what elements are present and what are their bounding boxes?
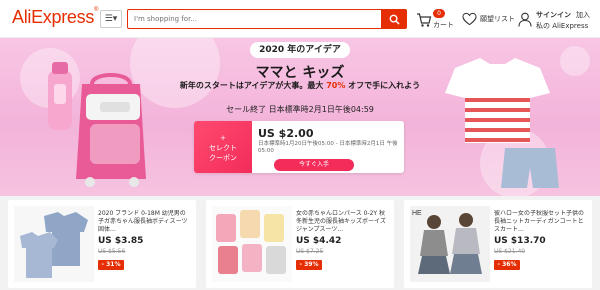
coupon-period: 日本標準時1月20日午後05:00 - 日本標準時2月1日 午後05:00 [258,141,398,154]
product-price: US $3.85 [98,236,144,246]
discount-badge: - 36% [494,260,520,270]
top-header: AliExpress® ☰▾ 0 カート 願望リスト サインイン 加入 私の A… [0,0,600,38]
account-menu[interactable]: サインイン 加入 私の AliExpress [518,7,598,33]
banner-subtitle: 新年のスタートはアイデアが大事。最大 70% オフで手に入れよう [179,81,421,90]
product-card[interactable]: 2020 ブランド 0-18M 幼児男の子ガ赤ちゃん服長袖ボディスーツ固体...… [8,200,196,288]
svg-text:HE: HE [412,210,422,217]
kids-bottle-backpack-image [48,62,146,187]
discount-badge: - 31% [98,260,124,270]
product-title[interactable]: 2020 ブランド 0-18M 幼児男の子ガ赤ちゃん服長袖ボディスーツ固体... [98,210,190,234]
cart-link[interactable]: 0 カート [416,9,456,31]
wishlist-link[interactable]: 願望リスト [462,9,518,31]
cart-icon [417,13,432,27]
banner-headline: ママと キッズ [255,65,345,81]
cart-count-badge: 0 [433,9,445,18]
coupon-amount: US $2.00 [258,127,314,140]
sale-end-text: セール終了 日本標準時2月1日午後04:59 [226,105,374,114]
product-card[interactable]: 女の赤ちゃんロンパース 0-2Y 秋冬新生児の服長袖キッズボーイズジャンプスーツ… [206,200,394,288]
kids-clothes-image [445,58,559,188]
category-menu-button[interactable]: ☰▾ [100,10,122,28]
discount-badge: - 39% [296,260,322,270]
search-icon [389,14,400,25]
product-old-price: US $7.25 [296,248,324,255]
promo-banner[interactable]: 2020 年のアイデア ママと キッズ 新年のスタートはアイデアが大事。最大 7… [0,38,600,196]
product-row: 2020 ブランド 0-18M 幼児男の子ガ赤ちゃん服長袖ボディスーツ固体...… [0,196,600,290]
get-coupon-button[interactable]: 今すぐ入手 [274,159,354,171]
search-button[interactable] [381,9,407,29]
product-title[interactable]: 女の赤ちゃんロンパース 0-2Y 秋冬新生児の服長袖キッズボーイズジャンプスーツ… [296,210,388,234]
user-icon [518,12,532,27]
product-old-price: US $21.40 [494,248,526,255]
product-card[interactable]: HE 彼ハロー女の子秋服セット子供の長袖ニットカーディガンコートとスカート...… [404,200,592,288]
select-coupon[interactable]: + セレクト クーポン US $2.00 日本標準時1月20日午後05:00 -… [194,121,404,173]
coupon-badge: + セレクト クーポン [194,121,252,173]
banner-title-pill: 2020 年のアイデア [250,42,350,58]
search-input[interactable] [127,9,381,29]
wishlist-label: 願望リスト [480,15,515,23]
aliexpress-logo[interactable]: AliExpress® [12,7,98,28]
menu-icon: ☰▾ [104,14,118,24]
discount-highlight: 70% [326,81,346,90]
product-price: US $4.42 [296,236,342,246]
cart-label: カート [433,21,454,29]
product-title[interactable]: 彼ハロー女の子秋服セット子供の長袖ニットカーディガンコートとスカート... [494,210,586,234]
girls-outfit-image: HE [410,206,490,282]
sign-in-link[interactable]: サインイン [536,10,571,20]
baby-romper-image [14,206,94,282]
product-price: US $13.70 [494,236,546,246]
heart-icon [462,12,477,26]
product-old-price: US $5.56 [98,248,126,255]
rompers-set-image [212,206,292,282]
join-link[interactable]: 加入 [576,10,590,20]
my-aliexpress-link[interactable]: 私の AliExpress [536,21,588,31]
